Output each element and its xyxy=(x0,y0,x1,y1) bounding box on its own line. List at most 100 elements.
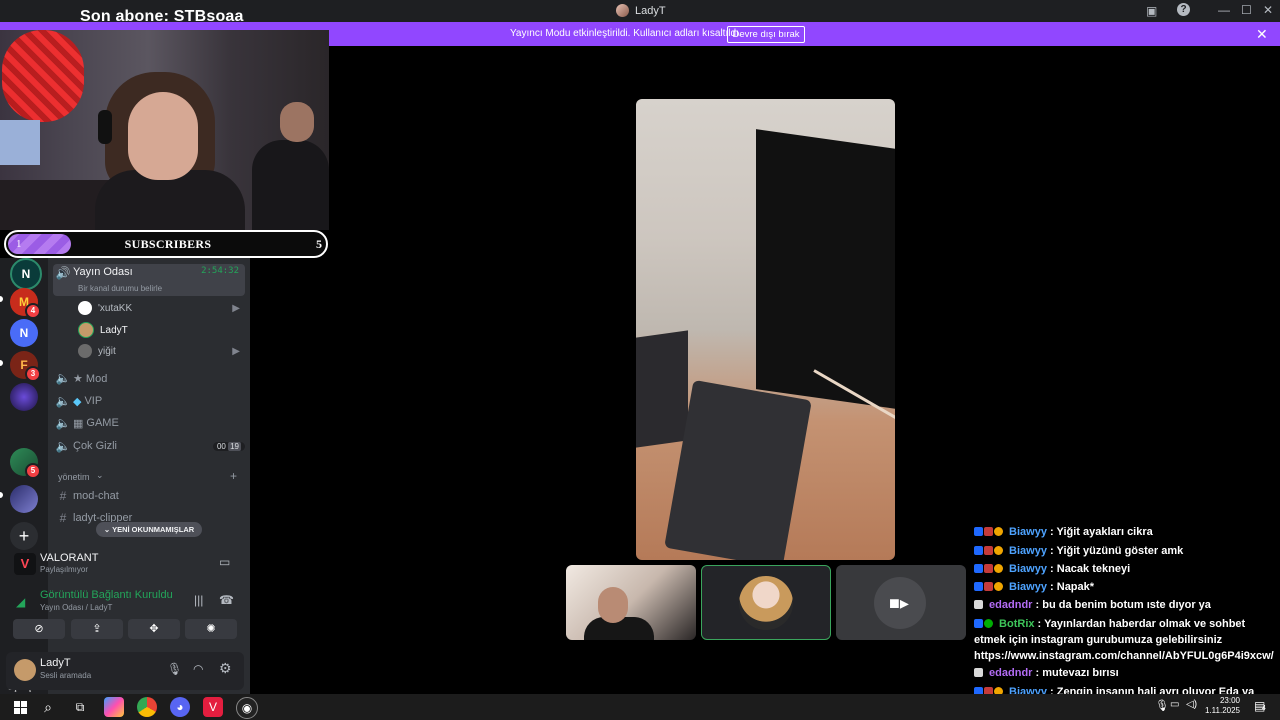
soundboard-button[interactable]: ✺ xyxy=(185,619,237,639)
chat-message: Biawyy : Yiğit yüzünü göster amk xyxy=(974,543,1270,559)
windows-start-icon[interactable] xyxy=(10,697,30,717)
share-screen-button[interactable]: ⇪ xyxy=(71,619,123,639)
server-m[interactable]: M4 xyxy=(10,288,41,319)
speaker-icon: 🔈 xyxy=(55,371,71,385)
notification-center-icon[interactable]: ▤ 4 xyxy=(1254,699,1266,713)
gamepad-icon: ▦ xyxy=(73,417,84,430)
add-channel-icon[interactable]: + xyxy=(230,469,237,483)
user-limit-badge: 00 19 xyxy=(212,441,245,451)
participant-tile-speaking[interactable] xyxy=(701,565,831,640)
server-label: N xyxy=(21,267,31,281)
window-title-area: LadyT xyxy=(616,4,666,17)
chair-scene xyxy=(636,330,688,448)
headphones-icon[interactable]: ◠ xyxy=(193,662,203,676)
valorant-app-icon[interactable]: V xyxy=(203,697,223,717)
network-icon[interactable]: ▭ xyxy=(1170,699,1179,710)
monitor-decoration xyxy=(0,120,40,165)
avatar xyxy=(78,322,94,338)
server-group-blue[interactable] xyxy=(10,485,38,513)
chat-username[interactable]: Biawyy xyxy=(1006,581,1047,593)
voice-channel-vip[interactable]: 🔈 ◆ VIP xyxy=(53,390,245,412)
avatar xyxy=(78,344,92,358)
user-limit: 19 xyxy=(228,441,241,451)
channel-status[interactable]: Bir kanal durumu belirle xyxy=(78,284,162,293)
gem-icon: ◆ xyxy=(73,395,82,408)
server-n-blue[interactable]: N xyxy=(10,319,38,347)
avatar xyxy=(739,576,793,630)
chevron-down-icon: ⌄ xyxy=(96,470,104,480)
obs-icon[interactable]: ◉ xyxy=(236,697,258,719)
voice-channel-mod[interactable]: 🔈 ★ Mod xyxy=(53,367,245,389)
blue-badge-icon xyxy=(974,546,983,555)
close-icon[interactable]: ✕ xyxy=(1256,26,1268,43)
discord-icon[interactable]: ◕ xyxy=(170,697,190,717)
minimize-icon[interactable]: — xyxy=(1218,3,1230,17)
server-avatar-icon xyxy=(616,4,629,17)
chat-username[interactable]: BotRix xyxy=(996,618,1034,630)
chat-message: Biawyy : Napak* xyxy=(974,579,1270,595)
chevron-down-icon: ⌄ xyxy=(103,525,113,534)
category-yonetim[interactable]: yönetim xyxy=(58,472,90,482)
volume-icon[interactable]: ◁) xyxy=(1186,699,1197,710)
participant-tile[interactable] xyxy=(566,565,696,640)
valorant-icon: V xyxy=(14,553,36,575)
activities-button[interactable]: ✥ xyxy=(128,619,180,639)
channel-name: ★ Mod xyxy=(73,372,108,385)
red-badge-icon xyxy=(984,546,993,555)
voice-member[interactable]: yiğit xyxy=(78,341,116,361)
maximize-icon[interactable]: ☐ xyxy=(1241,3,1252,17)
server-galaxy[interactable] xyxy=(10,383,38,411)
disconnect-icon[interactable]: ☎ xyxy=(219,593,234,607)
voice-channel-game[interactable]: 🔈 ▦ GAME xyxy=(53,412,245,434)
subscriber-goal-bar: 1 SUBSCRIBERS 5 xyxy=(4,230,328,258)
help-icon[interactable]: ? xyxy=(1177,3,1190,16)
disable-streamer-mode-button[interactable]: Devre dışı bırak xyxy=(727,26,805,43)
camera-off-button[interactable]: ⊘ xyxy=(13,619,65,639)
microphone-tray-icon[interactable]: 🎙 xyxy=(1155,699,1169,712)
main-video-stream[interactable] xyxy=(636,99,895,560)
server-group-green[interactable]: 5 xyxy=(10,448,41,479)
text-channel-mod-chat[interactable]: # mod-chat xyxy=(53,485,245,507)
chat-username[interactable]: edadndr xyxy=(986,667,1032,679)
chat-username[interactable]: Biawyy xyxy=(1006,545,1047,557)
chat-username[interactable]: Biawyy xyxy=(1006,526,1047,538)
voice-member[interactable]: LadyT xyxy=(78,320,128,340)
username[interactable]: LadyT xyxy=(40,657,71,669)
participant-tile-camera[interactable]: ■▸ xyxy=(836,565,966,640)
inbox-icon[interactable]: ▣ xyxy=(1146,4,1157,18)
game-name: VALORANT xyxy=(40,552,99,564)
mention-badge: 3 xyxy=(25,366,41,382)
channel-name: VIP xyxy=(84,395,103,407)
copilot-icon[interactable] xyxy=(104,697,124,717)
voice-channel-cok-gizli[interactable]: 🔈 Çok Gizli 00 19 xyxy=(53,435,245,457)
new-unreads-button[interactable]: ⌄ YENİ OKUNMAMIŞLAR xyxy=(96,522,202,537)
member-name: yiğit xyxy=(98,345,116,357)
window-title: LadyT xyxy=(635,4,666,17)
system-clock[interactable]: 23:00 1.11.2025 xyxy=(1200,696,1240,716)
chrome-icon[interactable] xyxy=(137,697,157,717)
unread-pill xyxy=(0,492,3,498)
gear-icon[interactable]: ⚙ xyxy=(219,660,232,677)
connection-location[interactable]: Yayın Odası / LadyT xyxy=(40,603,112,612)
streamer-face xyxy=(128,92,198,180)
chat-username[interactable]: edadndr xyxy=(986,599,1032,611)
server-f[interactable]: F3 xyxy=(10,351,41,382)
chat-message: Biawyy : Yiğit ayakları cikra xyxy=(974,524,1270,540)
screen-share-icon[interactable]: ▭ xyxy=(219,555,230,569)
task-view-icon[interactable]: ⧉ xyxy=(70,697,90,717)
channel-name: Çok Gizli xyxy=(73,440,118,452)
connection-status[interactable]: Görüntülü Bağlantı Kuruldu xyxy=(40,589,173,601)
red-badge-icon xyxy=(984,527,993,536)
voice-member[interactable]: 'xutaKK xyxy=(78,298,132,318)
server-n-teal[interactable]: N xyxy=(10,258,42,290)
camera-off-icon: ⊘ xyxy=(34,623,44,635)
white-badge-icon xyxy=(974,668,983,677)
channel-name: Yayın Odası xyxy=(73,266,133,278)
microphone-icon[interactable]: 🎙 xyxy=(167,662,182,676)
user-panel: LadyT Sesli aramada 🎙 ◠ ⚙ xyxy=(6,652,244,690)
noise-suppression-icon[interactable]: ||| xyxy=(194,593,203,607)
search-icon[interactable]: ⌕ xyxy=(38,697,58,717)
avatar[interactable] xyxy=(14,659,36,681)
close-window-icon[interactable]: ✕ xyxy=(1263,3,1273,17)
chat-username[interactable]: Biawyy xyxy=(1006,563,1047,575)
